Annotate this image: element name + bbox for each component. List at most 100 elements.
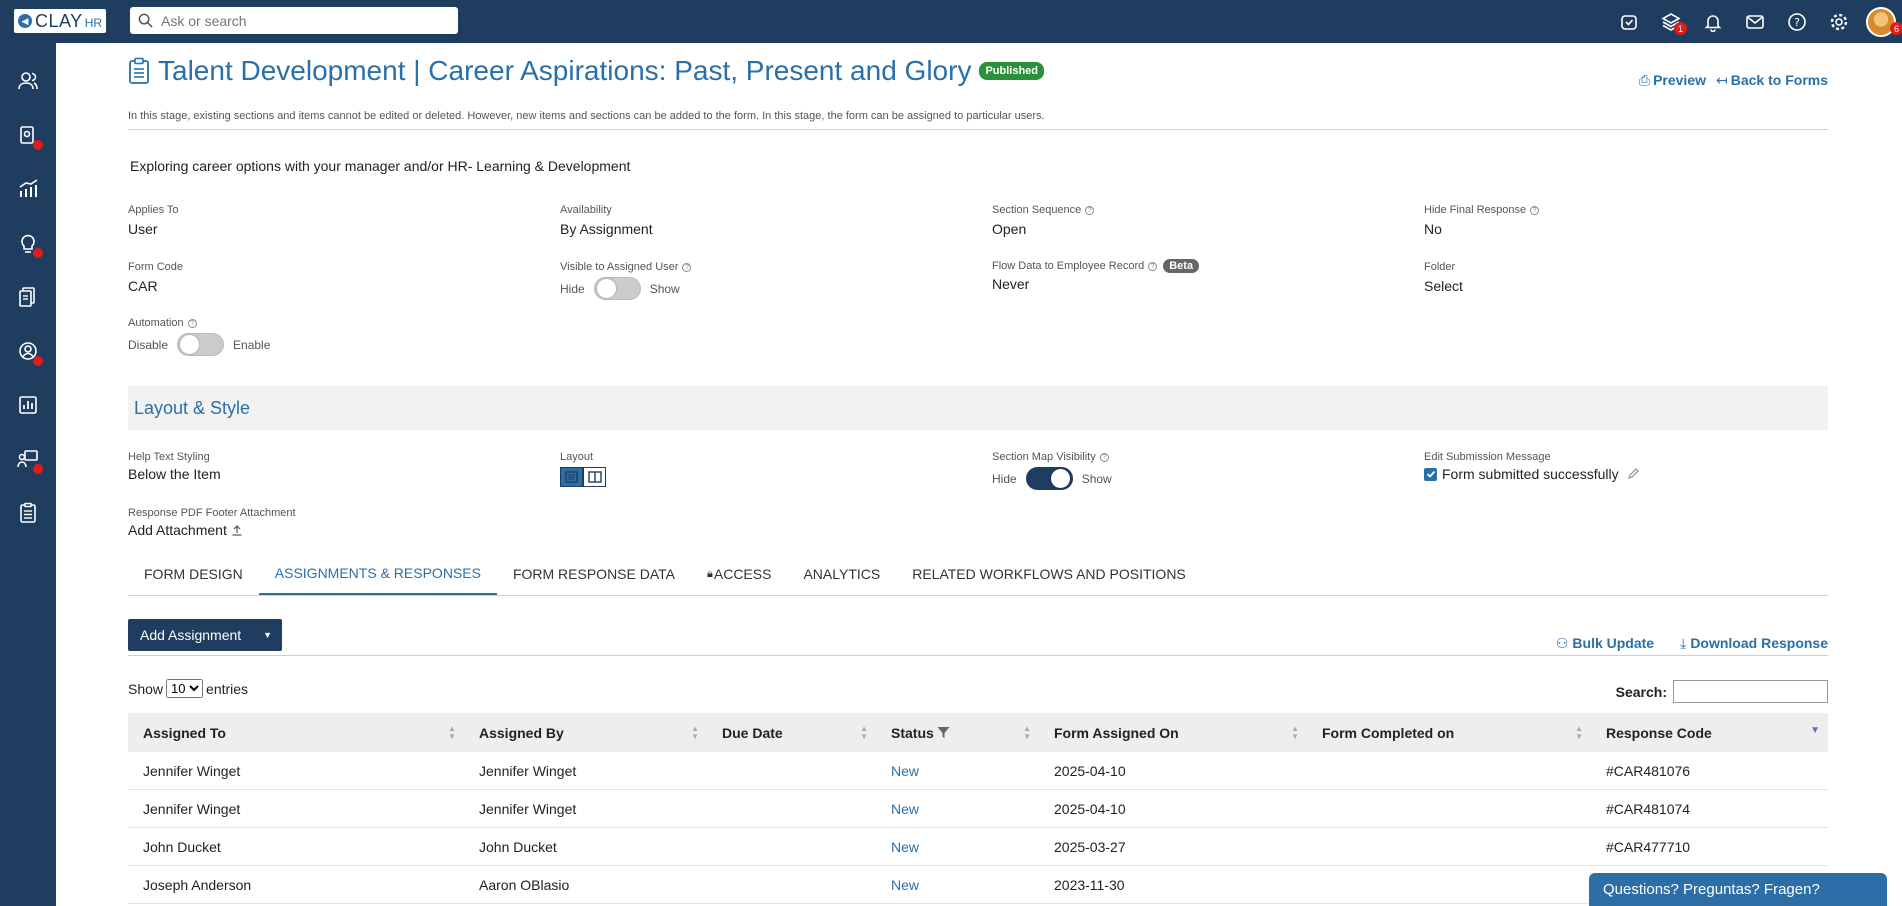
search-label: Search: [1615,683,1667,700]
sidebar-item-people[interactable] [0,61,56,101]
cell-status-link[interactable]: New [876,866,1039,903]
help-icon[interactable]: ? [682,262,692,272]
global-search[interactable] [130,7,458,34]
back-to-forms-link[interactable]: ↤ Back to Forms [1716,72,1828,89]
field-automation: Automation? Disable Enable [128,317,270,356]
field-value[interactable]: Open [992,221,1094,237]
user-menu[interactable]: 6 [1860,0,1902,43]
alarm-button[interactable] [1608,0,1650,43]
field-value[interactable]: Below the Item [128,466,221,482]
header-links: ⎙ Preview ↤ Back to Forms [1639,72,1828,89]
layers-button[interactable]: 1 [1650,0,1692,43]
tab-form-response-data[interactable]: FORM RESPONSE DATA [497,553,691,595]
download-response-link[interactable]: ⤓ Download Response [1680,635,1828,652]
sidebar-item-documents[interactable] [0,277,56,317]
sidebar-item-profile[interactable] [0,331,56,371]
search-input[interactable] [161,12,441,29]
notifications-button[interactable] [1692,0,1734,43]
table-row[interactable]: Joseph Anderson Aaron OBlasio New 2023-1… [128,866,1828,904]
table-row[interactable]: Jennifer Winget Jennifer Winget New 2025… [128,752,1828,790]
field-label: Edit Submission Message [1424,451,1551,463]
layout-two-column-button[interactable] [583,467,606,487]
sidebar-item-reviews[interactable] [0,115,56,155]
table-row[interactable]: John Ducket John Ducket New 2025-03-27 #… [128,828,1828,866]
main-content: Talent Development | Career Aspirations:… [128,43,1828,906]
field-label: Availability [560,204,612,216]
tab-assignments-responses[interactable]: ASSIGNMENTS & RESPONSES [258,553,497,595]
table-search-input[interactable] [1673,680,1828,703]
submission-message-checkbox[interactable] [1424,467,1437,481]
field-label: Layout [560,451,594,463]
cell-status-link[interactable]: New [876,790,1039,827]
app-logo[interactable]: ◀ CLAY HR [14,9,106,33]
column-header-response-code[interactable]: Response Code ▼ [1591,713,1828,752]
column-header-status[interactable]: Status ▲ ▼ [876,713,1039,752]
field-help-text-styling: Help Text Styling Below the Item [128,451,221,482]
column-header-due-date[interactable]: Due Date ▲ ▼ [707,713,876,752]
field-section-sequence: Section Sequence? Open [992,204,1095,237]
cell-status-link[interactable]: New [876,828,1039,865]
field-value[interactable]: No [1424,221,1539,237]
filter-icon[interactable] [937,726,950,739]
field-label-text: Hide Final Response [1424,204,1527,216]
column-header-assigned-to[interactable]: Assigned To ▲ ▼ [128,713,464,752]
bulk-update-link[interactable]: ⚇ Bulk Update [1556,635,1654,652]
table-row[interactable]: Jennifer Winget Jennifer Winget New 2025… [128,790,1828,828]
field-label: Help Text Styling [128,451,210,463]
cell-status-link[interactable]: New [876,752,1039,789]
toggle-knob [180,335,200,354]
preview-link[interactable]: ⎙ Preview [1639,72,1706,89]
automation-toggle[interactable] [177,333,225,356]
tab-analytics[interactable]: ANALYTICS [787,553,896,595]
tab-form-design[interactable]: FORM DESIGN [128,553,259,595]
help-icon[interactable]: ? [187,318,197,328]
tab-access[interactable]: 🔒︎ ACCESS [691,553,787,595]
field-value[interactable]: Never [992,276,1199,292]
back-label: Back to Forms [1730,72,1828,88]
visible-to-user-toggle[interactable] [593,277,641,300]
sort-icon: ▲ ▼ [1291,723,1299,741]
add-assignment-button[interactable]: Add Assignment ▼ [128,619,283,651]
add-attachment-link[interactable]: Add Attachment [128,522,296,538]
help-icon[interactable]: ? [1099,452,1109,462]
field-value[interactable]: Select [1424,278,1463,294]
help-icon[interactable]: ? [1530,205,1540,215]
pencil-icon[interactable] [1627,468,1639,480]
column-header-form-assigned-on[interactable]: Form Assigned On ▲ ▼ [1039,713,1307,752]
field-label-text: Section Map Visibility [992,451,1096,463]
entries-select[interactable]: 10 [166,679,204,698]
field-visible-to-user: Visible to Assigned User? Hide Show [560,261,692,300]
messages-button[interactable] [1734,0,1776,43]
toggle-row: Hide Show [992,467,1112,490]
chat-widget-button[interactable]: Questions? Preguntas? Fragen? [1589,873,1887,906]
sidebar-item-training[interactable] [0,439,56,479]
help-icon[interactable]: ? [1148,261,1158,271]
section-map-toggle[interactable] [1025,467,1073,490]
sidebar-item-forms[interactable] [0,493,56,533]
layout-single-column-button[interactable] [560,467,583,487]
toggle-off-label: Hide [992,471,1017,486]
sidebar-item-reports[interactable] [0,385,56,425]
field-layout: Layout [560,451,606,487]
mail-icon [1746,14,1764,29]
field-section-map-visibility: Section Map Visibility? Hide Show [992,451,1112,490]
field-value[interactable]: By Assignment [560,221,653,237]
field-value[interactable]: CAR [128,278,183,294]
help-icon[interactable]: ? [1085,205,1095,215]
sort-icon: ▲ ▼ [860,723,868,741]
help-button[interactable]: ? [1776,0,1818,43]
field-value[interactable]: User [128,221,179,237]
field-label: Automation? [128,317,270,329]
tab-related-workflows[interactable]: RELATED WORKFLOWS AND POSITIONS [896,553,1202,595]
toggle-on-label: Show [1081,471,1112,486]
column-header-assigned-by[interactable]: Assigned By ▲ ▼ [464,713,707,752]
field-label-text: Flow Data to Employee Record [992,260,1145,272]
caret-down-icon[interactable]: ▼ [253,630,282,640]
sidebar-item-analytics[interactable] [0,169,56,209]
sidebar-item-ideas[interactable] [0,223,56,263]
form-description: Exploring career options with your manag… [130,158,631,174]
settings-button[interactable] [1818,0,1860,43]
column-header-form-completed-on[interactable]: Form Completed on ▲ ▼ [1307,713,1591,752]
documents-icon [19,287,35,307]
lock-icon: 🔒︎ [707,567,713,580]
